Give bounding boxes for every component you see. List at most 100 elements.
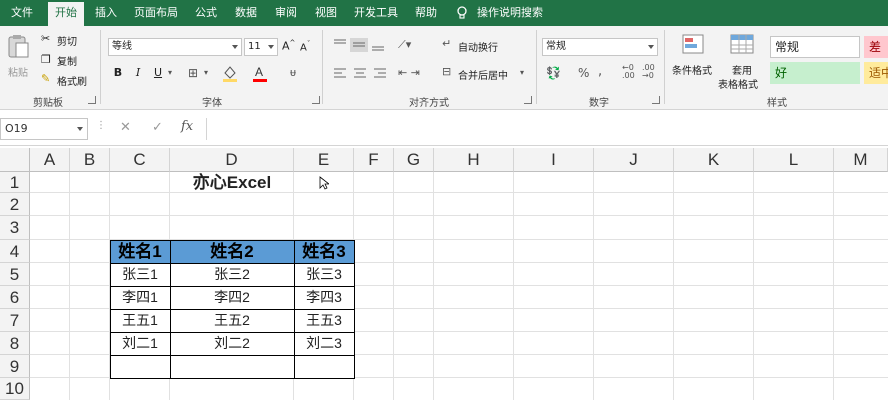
merge-dropdown-icon[interactable]: ▾ [520, 68, 524, 77]
column-header-m[interactable]: M [834, 148, 888, 172]
column-header-h[interactable]: H [434, 148, 514, 172]
vertical-align-icons[interactable] [332, 38, 390, 52]
table-cell[interactable]: 刘二2 [170, 332, 294, 355]
table-cell[interactable]: 王五2 [170, 309, 294, 332]
borders-dropdown-icon[interactable]: ▾ [204, 68, 208, 77]
select-all-corner[interactable] [0, 148, 30, 172]
format-as-table-line2[interactable]: 表格格式 [718, 76, 758, 91]
header-cell-name1[interactable]: 姓名1 [110, 240, 170, 263]
cell-style-normal[interactable]: 常规 [770, 36, 860, 58]
tab-review[interactable]: 审阅 [268, 0, 304, 26]
table-cell[interactable]: 李四3 [294, 286, 354, 309]
column-header-b[interactable]: B [70, 148, 110, 172]
currency-icon[interactable]: 💱 [546, 66, 561, 80]
table-cell[interactable]: 张三3 [294, 263, 354, 286]
table-cell[interactable]: 张三2 [170, 263, 294, 286]
alignment-launcher-icon[interactable] [524, 96, 532, 104]
column-header-e[interactable]: E [294, 148, 354, 172]
table-cell[interactable]: 王五1 [110, 309, 170, 332]
font-name-select[interactable]: 等线 [108, 38, 242, 56]
italic-button[interactable]: I [130, 64, 146, 82]
font-color-icon[interactable]: A [252, 64, 268, 82]
table-cell[interactable] [294, 355, 354, 378]
indent-icons[interactable]: ⇤ ⇥ [398, 66, 420, 79]
header-cell-name2[interactable]: 姓名2 [170, 240, 294, 263]
table-cell[interactable]: 李四1 [110, 286, 170, 309]
row-header-7[interactable]: 7 [0, 309, 30, 332]
cell-style-bad[interactable]: 差 [864, 36, 888, 58]
table-cell[interactable] [170, 355, 294, 378]
column-header-f[interactable]: F [354, 148, 394, 172]
table-cell[interactable]: 刘二3 [294, 332, 354, 355]
table-cell[interactable]: 刘二1 [110, 332, 170, 355]
paste-label[interactable]: 粘贴 [8, 64, 28, 79]
wrap-text-button[interactable]: 自动换行 [458, 39, 498, 54]
title-cell[interactable]: 亦心Excel [170, 172, 294, 193]
conditional-format-button[interactable]: 条件格式 [672, 62, 712, 77]
insert-function-button[interactable]: fx [181, 119, 193, 134]
horizontal-align-icons[interactable] [332, 66, 392, 80]
tab-view[interactable]: 视图 [308, 0, 344, 26]
column-header-g[interactable]: G [394, 148, 434, 172]
table-cell[interactable]: 张三1 [110, 263, 170, 286]
conditional-format-icon[interactable] [682, 34, 706, 56]
grow-font-icon[interactable]: A^ [282, 39, 295, 53]
column-header-d[interactable]: D [170, 148, 294, 172]
formula-input[interactable] [206, 118, 888, 140]
row-header-10[interactable]: 10 [0, 378, 30, 400]
row-header-8[interactable]: 8 [0, 332, 30, 355]
format-as-table-line1[interactable]: 套用 [732, 62, 752, 77]
clipboard-launcher-icon[interactable] [88, 96, 96, 104]
phonetic-icon[interactable]: ᵾ [290, 66, 296, 79]
column-header-l[interactable]: L [754, 148, 834, 172]
column-header-j[interactable]: J [594, 148, 674, 172]
comma-button[interactable]: , [598, 64, 602, 79]
cancel-icon[interactable]: ✕ [120, 120, 131, 135]
tell-me-search[interactable]: 操作说明搜索 [474, 0, 546, 26]
underline-dropdown-icon[interactable]: ▾ [168, 68, 172, 77]
row-header-4[interactable]: 4 [0, 240, 30, 263]
column-header-a[interactable]: A [30, 148, 70, 172]
header-cell-name3[interactable]: 姓名3 [294, 240, 354, 263]
column-header-i[interactable]: I [514, 148, 594, 172]
paste-icon[interactable] [6, 34, 30, 60]
enter-icon[interactable]: ✓ [152, 120, 163, 135]
tab-file[interactable]: 文件 [0, 0, 44, 26]
tab-formulas[interactable]: 公式 [188, 0, 224, 26]
table-cell[interactable]: 李四2 [170, 286, 294, 309]
percent-button[interactable]: % [578, 66, 589, 80]
orientation-icon[interactable]: ⟋▾ [398, 38, 411, 52]
copy-button[interactable]: 复制 [57, 53, 77, 68]
tab-data[interactable]: 数据 [228, 0, 264, 26]
number-format-select[interactable]: 常规 [542, 38, 658, 56]
column-header-k[interactable]: K [674, 148, 754, 172]
tab-help[interactable]: 帮助 [408, 0, 444, 26]
row-header-1[interactable]: 1 [0, 172, 30, 193]
increase-decimal-icon[interactable]: ←0.00 [622, 64, 635, 80]
borders-icon[interactable]: ⊞ [188, 66, 198, 80]
underline-button[interactable]: U [150, 64, 166, 82]
merge-center-button[interactable]: 合并后居中 [458, 67, 508, 82]
row-header-2[interactable]: 2 [0, 193, 30, 216]
number-launcher-icon[interactable] [652, 96, 660, 104]
row-header-9[interactable]: 9 [0, 355, 30, 378]
row-header-6[interactable]: 6 [0, 286, 30, 309]
shrink-font-icon[interactable]: Aˇ [300, 40, 310, 53]
bold-button[interactable]: B [110, 64, 126, 82]
table-cell[interactable] [110, 355, 170, 378]
name-box[interactable]: O19 [0, 118, 88, 140]
tab-page-layout[interactable]: 页面布局 [128, 0, 184, 26]
fill-color-icon[interactable] [222, 64, 238, 82]
decrease-decimal-icon[interactable]: .00 →0 [642, 64, 655, 80]
tab-home[interactable]: 开始 [48, 2, 84, 26]
cut-button[interactable]: 剪切 [57, 33, 77, 48]
row-header-3[interactable]: 3 [0, 216, 30, 240]
tab-developer[interactable]: 开发工具 [348, 0, 404, 26]
format-as-table-icon[interactable] [730, 34, 756, 56]
tab-insert[interactable]: 插入 [88, 0, 124, 26]
table-cell[interactable]: 王五3 [294, 309, 354, 332]
cell-style-good[interactable]: 好 [770, 62, 860, 84]
format-painter-button[interactable]: 格式刷 [57, 73, 87, 88]
font-size-select[interactable]: 11 [244, 38, 278, 56]
column-header-c[interactable]: C [110, 148, 170, 172]
